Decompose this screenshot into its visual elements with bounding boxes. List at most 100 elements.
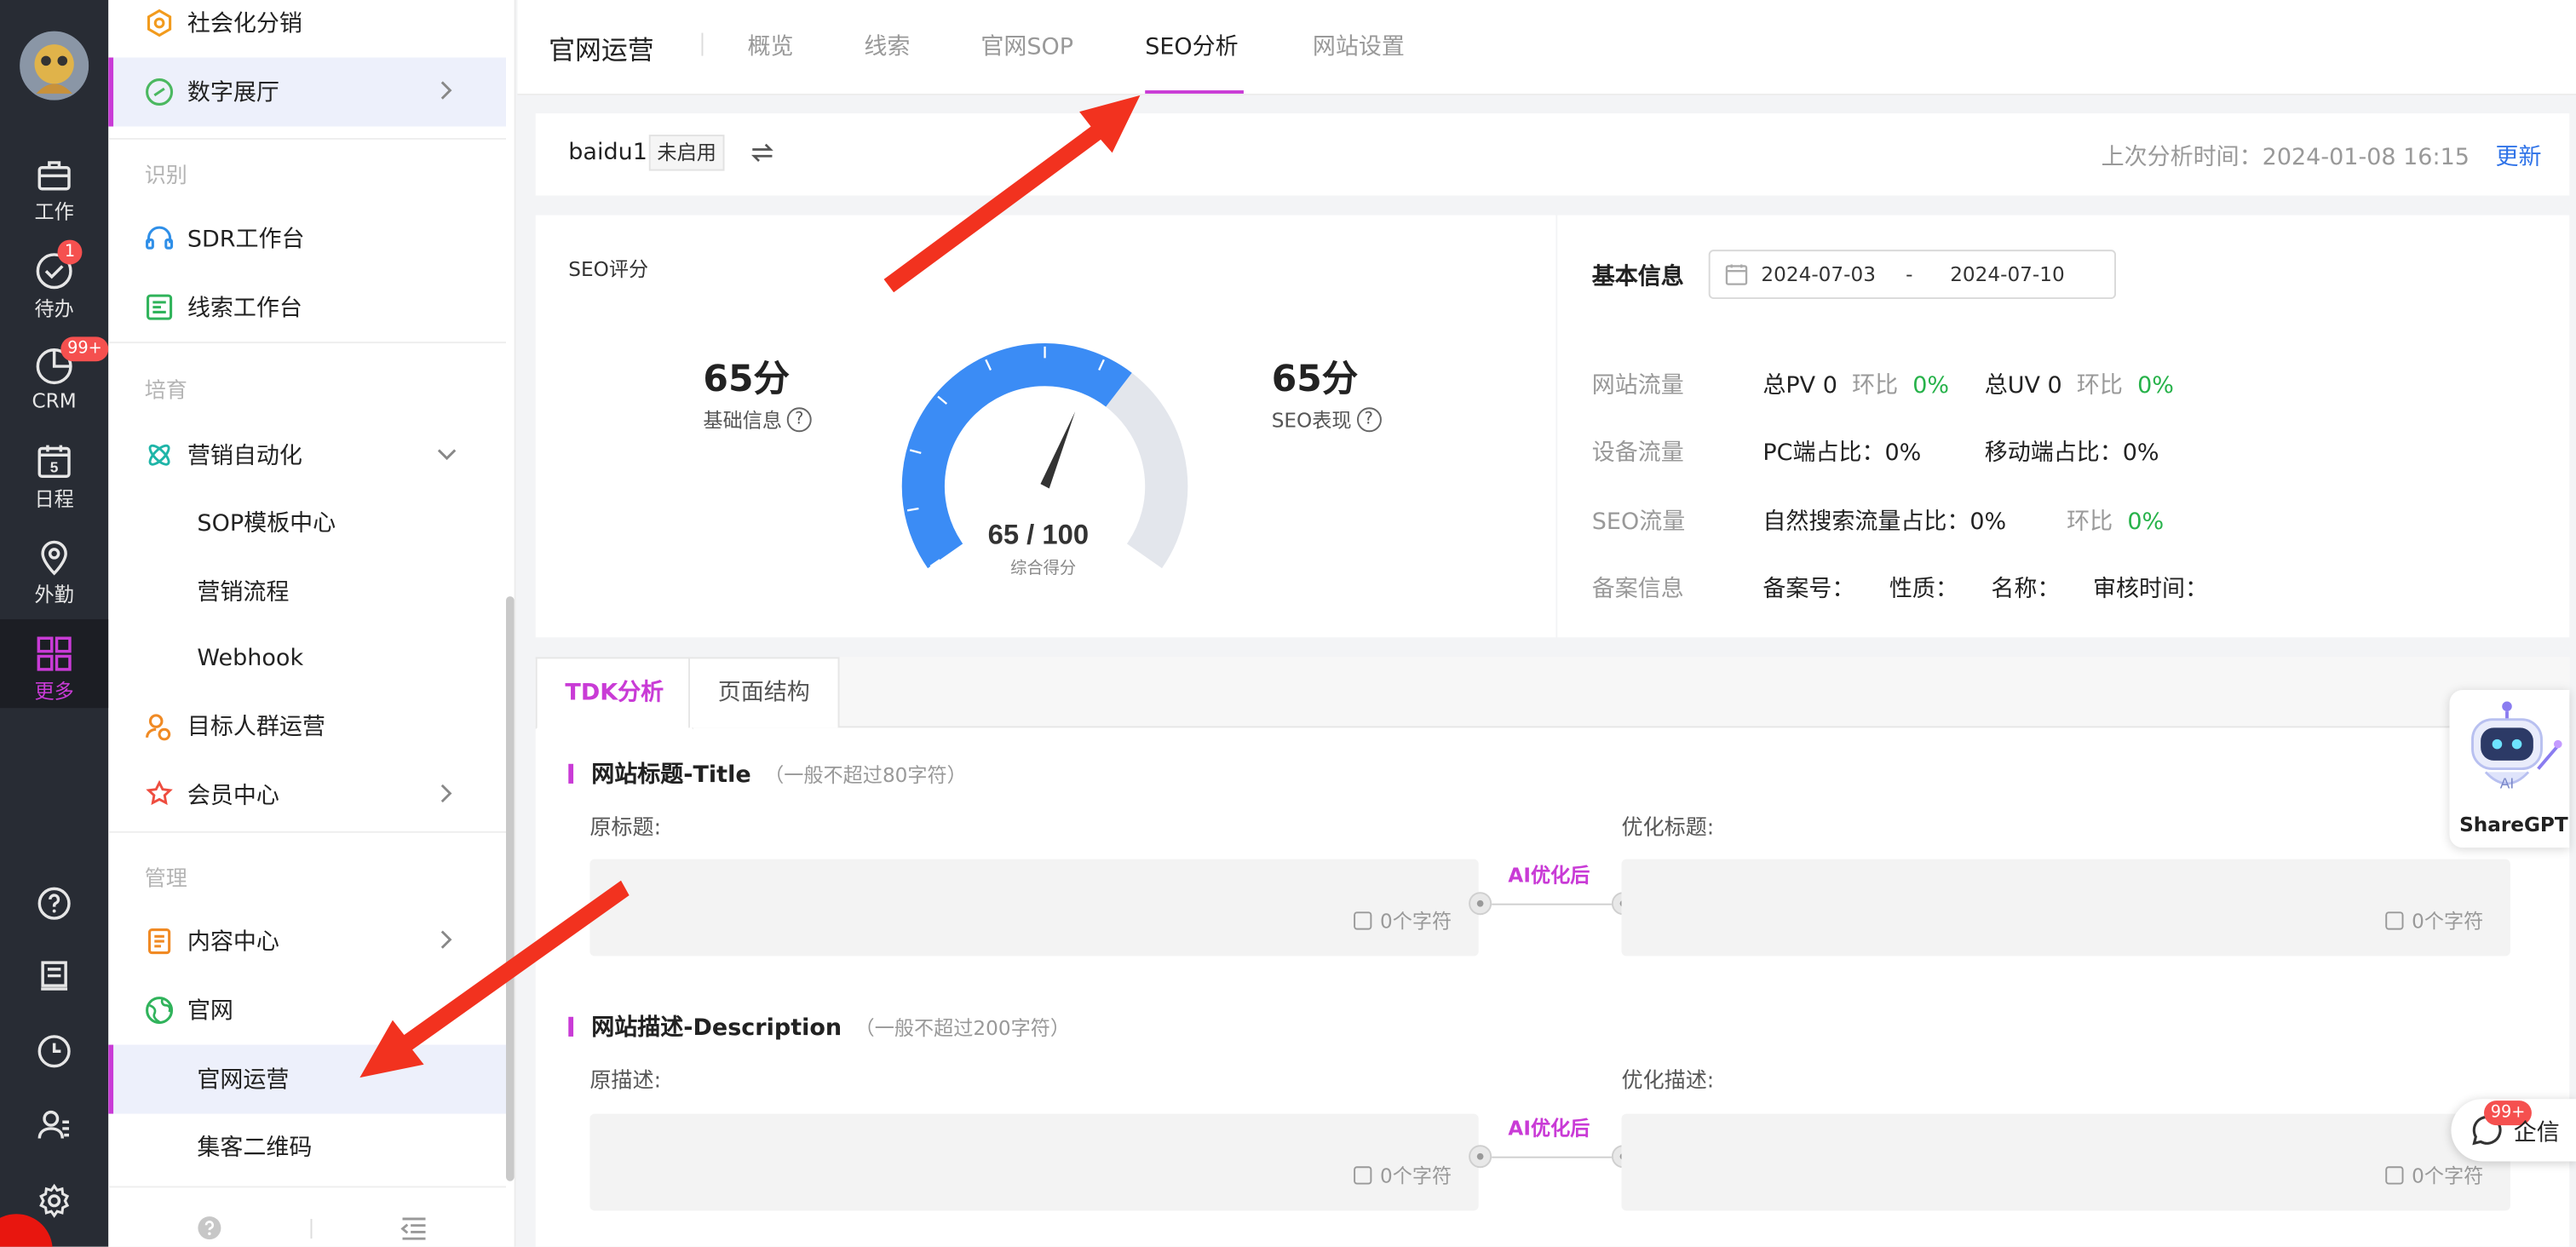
seo-compare-label: 环比 <box>2067 509 2113 536</box>
copy-icon[interactable] <box>1354 911 1372 930</box>
globe-icon <box>145 996 175 1026</box>
tdk-analysis-panel: TDK分析 页面结构 网站标题-Title （一般不超过80字符） 原标题: 优… <box>535 657 2570 1247</box>
copy-icon[interactable] <box>1354 1166 1372 1185</box>
menu-item-digital-hall[interactable]: 数字展厅 <box>108 57 506 127</box>
optimized-desc-count: 0个字符 <box>2385 1161 2483 1189</box>
basic-info-label: 基础信息 ? <box>703 405 812 434</box>
tab-overview[interactable]: 概览 <box>747 30 793 63</box>
menu-label: 线索工作台 <box>187 296 302 322</box>
optimized-title-box[interactable] <box>1621 859 2510 957</box>
rail-tool-help[interactable] <box>0 874 108 933</box>
date-end[interactable]: 2024-07-10 <box>1950 263 2065 286</box>
menu-item-member-center[interactable]: 会员中心 <box>108 761 506 830</box>
tab-page-structure[interactable]: 页面结构 <box>688 657 840 728</box>
basic-info-text: 基础信息 <box>703 409 783 433</box>
document-icon <box>145 927 175 957</box>
original-title-box[interactable] <box>589 859 1479 957</box>
basic-info-score: 65分 <box>703 359 790 401</box>
panel-caption: SEO评分 <box>568 257 649 281</box>
desc-hint: （一般不超过200字符） <box>854 1015 1071 1039</box>
clock-icon <box>37 1035 71 1068</box>
menu-item-lead-workbench[interactable]: 线索工作台 <box>108 273 506 342</box>
tab-tdk-analysis[interactable]: TDK分析 <box>535 657 693 730</box>
total-uv-text: 总UV 0 <box>1984 372 2062 399</box>
menu-label: 目标人群运营 <box>187 714 325 741</box>
original-desc-box[interactable] <box>589 1113 1479 1211</box>
list-board-icon <box>145 292 175 322</box>
copy-icon[interactable] <box>2385 1166 2404 1185</box>
section-divider <box>108 137 506 140</box>
rail-item-crm[interactable]: CRM 99+ <box>0 336 109 439</box>
menu-item-lead-qrcode[interactable]: 集客二维码 <box>108 1112 506 1181</box>
location-pin-icon <box>41 540 67 576</box>
natural-search-share: 自然搜索流量占比：0% <box>1762 509 2007 536</box>
menu-item-sop-template[interactable]: SOP模板中心 <box>108 488 506 557</box>
original-desc-count: 0个字符 <box>1354 1161 1452 1189</box>
seo-score-panel: SEO评分 65分 基础信息 ? 65分 SEO表现 ? 65 / 100 综合… <box>535 215 1556 638</box>
section-marker <box>568 1016 574 1037</box>
rail-item-calendar[interactable]: 5 日程 <box>0 442 108 534</box>
optimized-desc-box[interactable] <box>1621 1113 2510 1211</box>
chevron-right-icon <box>440 930 452 949</box>
row-label-traffic: 网站流量 <box>1591 372 1684 399</box>
sharegpt-widget[interactable]: AI ShareGPT <box>2449 689 2570 848</box>
hexagon-icon <box>145 9 175 38</box>
connector-dot <box>1469 1145 1492 1169</box>
row-label-seo: SEO流量 <box>1591 509 1686 536</box>
switch-site-icon[interactable] <box>749 140 775 166</box>
date-range-picker[interactable]: 2024-07-03 - 2024-07-10 <box>1708 250 2116 299</box>
qixin-chat-widget[interactable]: 99+ 企信 <box>2451 1099 2576 1162</box>
menu-item-site-operation[interactable]: 官网运营 <box>108 1044 506 1114</box>
help-icon[interactable]: ? <box>1356 407 1382 433</box>
rail-tool-history[interactable] <box>0 1022 108 1081</box>
tab-site-settings[interactable]: 网站设置 <box>1313 30 1405 63</box>
menu-label: 数字展厅 <box>187 80 279 107</box>
rail-label: CRM <box>32 389 77 413</box>
menu-item-webhook[interactable]: Webhook <box>108 624 506 693</box>
menu-label: 内容中心 <box>187 929 279 957</box>
rail-item-more[interactable]: 更多 <box>0 619 109 709</box>
description-section-heading: 网站描述-Description （一般不超过200字符） <box>568 1010 1070 1043</box>
atom-icon <box>145 440 175 470</box>
copy-icon[interactable] <box>2385 911 2404 930</box>
menu-item-audience-ops[interactable]: 目标人群运营 <box>108 692 506 761</box>
update-link[interactable]: 更新 <box>2495 140 2541 173</box>
connector-line <box>1492 903 1612 905</box>
menu-item-marketing-flow[interactable]: 营销流程 <box>108 557 506 626</box>
todo-badge: 1 <box>57 239 83 265</box>
char-count: 0个字符 <box>2412 910 2484 934</box>
rail-tool-notebook[interactable] <box>0 946 108 1005</box>
rail-tool-users[interactable] <box>0 1095 108 1154</box>
rail-label: 日程 <box>34 487 74 511</box>
date-start[interactable]: 2024-07-03 <box>1761 263 1876 286</box>
uv-compare-label: 环比 <box>2076 372 2123 399</box>
char-count: 0个字符 <box>1379 1164 1452 1188</box>
pc-share: PC端占比：0% <box>1762 440 1922 467</box>
help-icon[interactable] <box>197 1215 221 1240</box>
menu-item-content-center[interactable]: 内容中心 <box>108 907 506 976</box>
collapse-menu-icon[interactable] <box>400 1217 428 1240</box>
original-title-count: 0个字符 <box>1354 907 1452 935</box>
tab-leads[interactable]: 线索 <box>864 30 910 63</box>
row-label-device: 设备流量 <box>1591 440 1684 467</box>
title-heading-text: 网站标题-Title <box>591 761 751 789</box>
basic-info-panel: 基本信息 2024-07-03 - 2024-07-10 网站流量 总PV 0 … <box>1557 215 2570 638</box>
tab-site-sop[interactable]: 官网SOP <box>980 30 1073 63</box>
menu-item-social-distribution[interactable]: 社会化分销 <box>108 0 506 57</box>
chevron-down-icon <box>437 449 457 461</box>
sidebar-scrollbar[interactable] <box>505 596 515 1181</box>
menu-item-sdr-workbench[interactable]: SDR工作台 <box>108 204 506 273</box>
menu-item-official-site[interactable]: 官网 <box>108 976 506 1045</box>
sharegpt-label: ShareGPT <box>2459 813 2568 836</box>
connector-line <box>1492 1156 1612 1158</box>
rail-item-work[interactable]: 工作 <box>0 158 108 250</box>
rail-item-todo[interactable]: 待办 1 <box>0 239 108 343</box>
tab-seo-analysis[interactable]: SEO分析 <box>1145 30 1238 63</box>
menu-label: 集客二维码 <box>197 1135 313 1162</box>
menu-item-marketing-automation[interactable]: 营销自动化 <box>108 421 506 490</box>
rail-item-field[interactable]: 外勤 <box>0 537 108 629</box>
user-avatar[interactable] <box>20 31 89 101</box>
title-divider <box>701 32 704 56</box>
help-icon[interactable]: ? <box>786 407 812 433</box>
section-marker <box>568 763 574 784</box>
